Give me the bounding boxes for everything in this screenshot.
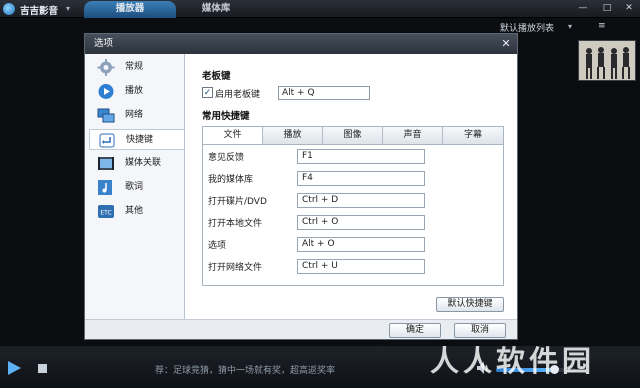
video-thumbnail[interactable] (578, 40, 636, 81)
sidebar-item-playback[interactable]: 播放 (89, 81, 184, 102)
table-row: 意见反馈 F1 (203, 147, 503, 169)
hotkey-settings-panel: 老板键 ✓ 启用老板键 Alt + Q 常用快捷键 文件 播放 图像 声音 字幕… (185, 54, 517, 319)
tab-file[interactable]: 文件 (203, 127, 263, 144)
player-window: 吉吉影音 ▾ 播放器 媒体库 — □ ✕ 默认播放列表 ▾ ≡ 选项 ✕ 常规 … (0, 0, 640, 388)
lyrics-icon (97, 179, 115, 196)
options-dialog: 选项 ✕ 常规 播放 网络 快捷键 媒体关联 歌词 ETC 其他 老板键 ✓ 启… (84, 33, 518, 340)
media-association-icon (97, 155, 115, 172)
top-bar: 吉吉影音 ▾ 播放器 媒体库 — □ ✕ (0, 0, 640, 18)
playlist-menu-icon[interactable]: ≡ (598, 21, 606, 31)
hotkey-label: 打开本地文件 (208, 219, 263, 229)
tab-subtitle[interactable]: 字幕 (443, 127, 503, 144)
table-row: 我的媒体库 F4 (203, 169, 503, 191)
table-row: 选项 Alt + O (203, 235, 503, 257)
sidebar-item-hotkeys[interactable]: 快捷键 (89, 129, 184, 150)
table-row: 打开网络文件 Ctrl + U (203, 257, 503, 279)
enable-boss-key-checkbox[interactable]: ✓ (202, 87, 213, 98)
main-menu-caret-icon[interactable]: ▾ (66, 4, 70, 13)
hotkey-input[interactable]: Ctrl + D (297, 193, 425, 208)
sidebar-item-lyrics[interactable]: 歌词 (89, 177, 184, 198)
sidebar-item-label: 歌词 (125, 182, 144, 192)
network-icon (97, 107, 115, 124)
sidebar-item-label: 其他 (125, 206, 144, 216)
sidebar-item-label: 网络 (125, 110, 144, 120)
play-icon (97, 83, 115, 100)
hotkey-label: 打开碟片/DVD (208, 197, 267, 207)
dialog-title: 选项 (85, 34, 517, 54)
sidebar-item-label: 快捷键 (126, 135, 154, 145)
table-row: 打开本地文件 Ctrl + O (203, 213, 503, 235)
tab-player[interactable]: 播放器 (84, 1, 176, 18)
sidebar-item-network[interactable]: 网络 (89, 105, 184, 126)
watermark-text: 人人软件园 (426, 327, 640, 388)
dialog-close-button[interactable]: ✕ (499, 37, 513, 51)
close-window-button[interactable]: ✕ (622, 2, 636, 15)
sidebar-item-general[interactable]: 常规 (89, 57, 184, 78)
hotkey-input[interactable]: Alt + O (297, 237, 425, 252)
default-hotkeys-button[interactable]: 默认快捷键 (436, 297, 504, 312)
tab-sound[interactable]: 声音 (383, 127, 443, 144)
gear-icon (97, 59, 115, 76)
hotkey-input[interactable]: Ctrl + O (297, 215, 425, 230)
boss-key-section-title: 老板键 (202, 71, 231, 82)
sidebar-item-label: 媒体关联 (125, 158, 162, 168)
table-row: 打开碟片/DVD Ctrl + D (203, 191, 503, 213)
recommendation-ticker[interactable]: 荐：足球竞猜，猜中一场就有奖，超高返奖率 (155, 363, 335, 376)
boss-key-input[interactable]: Alt + Q (278, 86, 370, 100)
app-logo-icon (3, 3, 15, 15)
minimize-button[interactable]: — (576, 2, 590, 15)
tab-media-library[interactable]: 媒体库 (176, 1, 256, 18)
hotkey-label: 我的媒体库 (208, 175, 254, 185)
options-sidebar: 常规 播放 网络 快捷键 媒体关联 歌词 ETC 其他 (85, 54, 185, 319)
enable-boss-key-label[interactable]: 启用老板键 (215, 87, 260, 100)
hotkey-input[interactable]: F1 (297, 149, 425, 164)
hotkey-input[interactable]: Ctrl + U (297, 259, 425, 274)
playlist-dropdown-icon[interactable]: ▾ (568, 22, 572, 31)
tab-image[interactable]: 图像 (323, 127, 383, 144)
hotkey-category-tabs: 文件 播放 图像 声音 字幕 (202, 126, 504, 144)
hotkey-label: 打开网络文件 (208, 263, 263, 273)
sidebar-item-label: 播放 (125, 86, 144, 96)
stop-button[interactable] (38, 364, 47, 373)
sidebar-item-other[interactable]: ETC 其他 (89, 201, 184, 222)
maximize-button[interactable]: □ (600, 2, 614, 15)
hotkey-icon (98, 132, 116, 149)
tab-playback[interactable]: 播放 (263, 127, 323, 144)
hotkey-label: 选项 (208, 241, 227, 251)
play-icon[interactable] (6, 360, 22, 376)
svg-text:ETC: ETC (100, 210, 111, 217)
app-title: 吉吉影音 (20, 6, 59, 17)
sidebar-item-label: 常规 (125, 62, 144, 72)
watermark-label: 人人软件园 (430, 344, 595, 378)
hotkey-table: 意见反馈 F1 我的媒体库 F4 打开碟片/DVD Ctrl + D 打开本地文… (202, 144, 504, 286)
hotkeys-section-title: 常用快捷键 (202, 111, 250, 122)
hotkey-input[interactable]: F4 (297, 171, 425, 186)
sidebar-item-media-association[interactable]: 媒体关联 (89, 153, 184, 174)
other-icon: ETC (97, 203, 115, 220)
hotkey-label: 意见反馈 (208, 153, 245, 163)
